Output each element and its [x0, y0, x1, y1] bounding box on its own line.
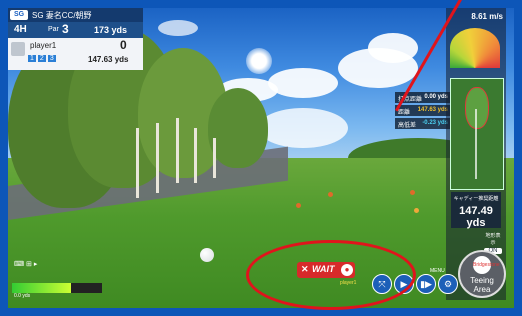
wind-speed: 8.61 m/s	[471, 12, 503, 21]
avatar	[11, 42, 25, 56]
wind-fan-gauge	[450, 28, 500, 68]
ball-brand-icon: Bridgestone	[473, 256, 500, 274]
area-label: Area	[473, 285, 491, 294]
power-text: 0.0 yds	[14, 293, 31, 299]
par-label: Par	[48, 26, 59, 33]
caddie-recommend: キャディー推奨距離 147.49 yds	[451, 192, 501, 229]
cloud	[368, 33, 418, 63]
shot-counter: 123	[28, 55, 58, 62]
cloud	[268, 68, 338, 98]
teeing-area-button[interactable]: Bridgestone Teeing Area	[458, 250, 506, 298]
hole-row: 4H Par 3 173 yds	[8, 22, 143, 38]
par-value: 3	[62, 22, 69, 36]
outer-frame: SG SG 妻名CC/朝野 4H Par 3 173 yds player1 0…	[0, 0, 522, 316]
tree	[208, 88, 268, 168]
info-value: -0.23 yds	[422, 120, 448, 126]
cloud	[158, 20, 198, 36]
shot-3: 3	[47, 55, 56, 62]
tree-trunk	[176, 118, 179, 183]
terrain-label: 地形表示	[485, 233, 501, 246]
player-row: player1 0 123 147.63 yds	[8, 38, 143, 70]
yardage-marker	[414, 208, 419, 213]
tree-trunk	[156, 123, 159, 193]
course-name: SG 妻名CC/朝野	[32, 11, 92, 20]
hole-info-panel: SG SG 妻名CC/朝野 4H Par 3 173 yds player1 0…	[8, 8, 143, 72]
hole-number: 4H	[14, 24, 27, 35]
yardage-marker	[296, 203, 301, 208]
info-value: 0.00 yds	[424, 94, 448, 100]
info-value: 147.63 yds	[417, 107, 448, 113]
yardage-marker	[328, 192, 333, 197]
golf-ball	[200, 248, 214, 262]
minimap-shot-line	[475, 109, 477, 179]
player-name: player1	[30, 41, 57, 50]
bottom-left-icons[interactable]: ⌨ ⊞ ▸	[14, 260, 54, 270]
terrain-toggle[interactable]: 地形表示 ON	[484, 232, 502, 254]
info-key: 高低差	[398, 123, 417, 129]
tree-trunk	[213, 138, 216, 178]
info-box: 距離 147.63 yds	[395, 105, 451, 116]
caddie-label: キャディー推奨距離	[453, 196, 499, 202]
annotation-ellipse	[246, 240, 416, 310]
hole-distance: 173 yds	[94, 25, 128, 35]
info-box: 高低差 -0.23 yds	[395, 118, 451, 129]
settings-icon[interactable]: ⚙	[438, 274, 458, 294]
teeing-label: Teeing	[470, 276, 494, 285]
power-fill	[12, 283, 71, 293]
yardage-marker	[410, 190, 415, 195]
tree-trunk	[136, 128, 139, 198]
info-key: 距離	[398, 110, 411, 116]
player-score: 0	[120, 38, 127, 52]
sg-logo: SG	[10, 10, 28, 20]
power-bar	[12, 283, 102, 293]
menu-label: MENU	[430, 268, 445, 274]
course-row: SG SG 妻名CC/朝野	[8, 8, 143, 22]
tree-trunk	[194, 128, 197, 183]
shot-1: 1	[28, 55, 36, 62]
skip-icon[interactable]: ▮▶	[416, 274, 436, 294]
caddie-value: 147.49 yds	[459, 205, 493, 229]
sun	[246, 48, 272, 74]
hole-minimap[interactable]	[450, 78, 504, 190]
player-distance: 147.63 yds	[88, 55, 129, 64]
minimap-green	[465, 87, 489, 129]
shot-2: 2	[37, 55, 46, 62]
cloud	[258, 108, 348, 148]
